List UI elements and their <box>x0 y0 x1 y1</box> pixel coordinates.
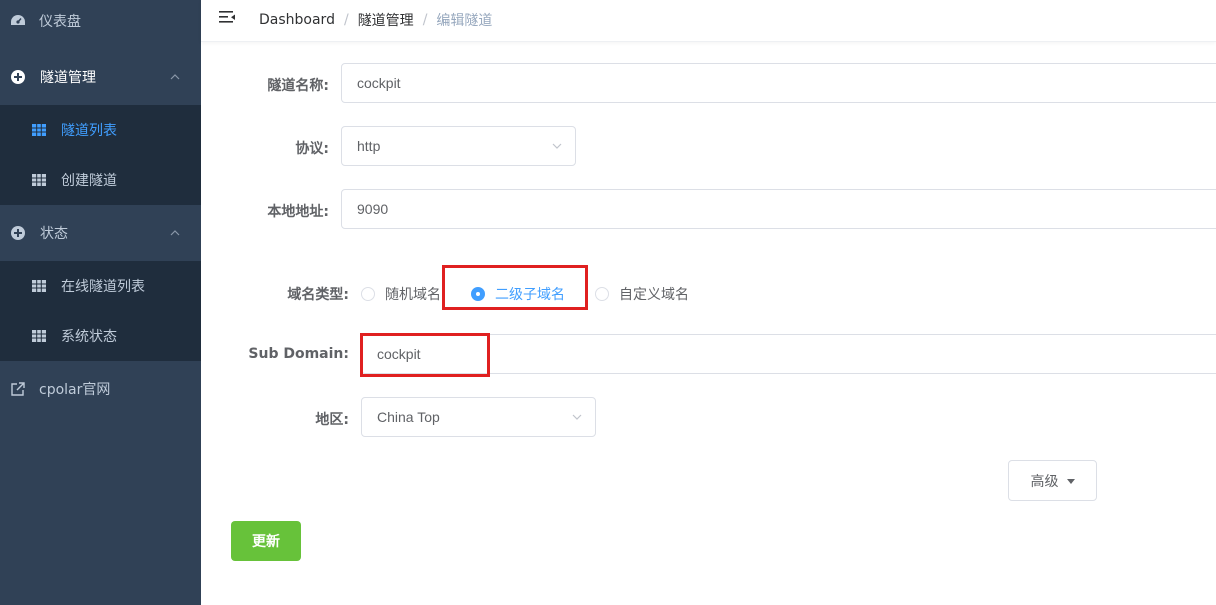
sidebar-item-create-tunnel[interactable]: 创建隧道 <box>0 155 201 205</box>
chevron-down-icon <box>552 143 562 149</box>
annotation-highlight-subdomain-input <box>360 333 490 377</box>
breadcrumb-separator: / <box>422 12 428 28</box>
sidebar-item-label: cpolar官网 <box>39 382 111 398</box>
radio-label: 自定义域名 <box>619 287 689 303</box>
radio-label: 随机域名 <box>385 287 441 303</box>
top-navbar: Dashboard / 隧道管理 / 编辑隧道 <box>201 0 1216 42</box>
local-address-value: 9090 <box>357 201 389 217</box>
chevron-down-icon <box>572 414 582 420</box>
tunnel-name-input[interactable]: cockpit <box>341 63 1216 103</box>
sidebar-item-label: 状态 <box>40 226 68 242</box>
sidebar-item-online-tunnels[interactable]: 在线隧道列表 <box>0 261 201 311</box>
breadcrumb-tunnel-management[interactable]: 隧道管理 <box>358 10 414 30</box>
sidebar-item-label: 隧道管理 <box>40 70 96 86</box>
breadcrumb-edit-tunnel: 编辑隧道 <box>436 13 493 29</box>
protocol-select[interactable]: http <box>341 126 576 166</box>
sidebar-item-label: 系统状态 <box>61 329 117 345</box>
local-address-input[interactable]: 9090 <box>341 189 1216 229</box>
advanced-button-label: 高级 <box>1030 473 1059 490</box>
sidebar-item-label: 创建隧道 <box>61 173 117 189</box>
update-button[interactable]: 更新 <box>231 521 301 561</box>
table-icon <box>32 174 46 186</box>
annotation-highlight-subdomain-radio <box>442 265 588 310</box>
radio-custom-domain[interactable]: 自定义域名 <box>595 284 689 304</box>
hamburger-icon[interactable] <box>217 8 237 28</box>
caret-down-icon <box>1066 479 1075 484</box>
protocol-value: http <box>357 138 381 154</box>
radio-circle <box>361 287 375 301</box>
sidebar-item-dashboard[interactable]: 仪表盘 <box>0 0 201 46</box>
dashboard-icon <box>11 15 25 25</box>
sidebar-item-tunnel-list[interactable]: 隧道列表 <box>0 105 201 155</box>
sidebar-item-cpolar-site[interactable]: cpolar官网 <box>0 364 201 414</box>
external-link-icon <box>11 382 25 396</box>
region-value: China Top <box>377 409 440 425</box>
region-select[interactable]: China Top <box>361 397 596 437</box>
radio-circle <box>595 287 609 301</box>
breadcrumb-separator: / <box>343 12 349 28</box>
table-icon <box>32 280 46 292</box>
chevron-up-icon <box>170 74 180 80</box>
protocol-label: 协议: <box>295 141 329 157</box>
table-icon <box>32 330 46 342</box>
sidebar-item-status[interactable]: 状态 <box>0 208 201 258</box>
tunnel-name-label: 隧道名称: <box>267 78 329 94</box>
circle-plus-icon <box>11 226 25 240</box>
sidebar: 仪表盘 隧道管理 隧道列表 创建隧道 状态 在线隧道列表 系统状态 cpolar… <box>0 0 201 605</box>
chevron-up-icon <box>170 230 180 236</box>
sidebar-item-label: 隧道列表 <box>61 123 117 139</box>
circle-plus-icon <box>11 70 25 84</box>
tunnel-name-value: cockpit <box>357 75 401 91</box>
sidebar-item-label: 在线隧道列表 <box>61 279 145 295</box>
breadcrumb: Dashboard / 隧道管理 / 编辑隧道 <box>259 10 492 30</box>
breadcrumb-dashboard[interactable]: Dashboard <box>259 12 335 28</box>
region-label: 地区: <box>315 412 349 428</box>
sidebar-item-tunnel-management[interactable]: 隧道管理 <box>0 52 201 102</box>
radio-random-domain[interactable]: 随机域名 <box>361 284 441 304</box>
sidebar-item-system-status[interactable]: 系统状态 <box>0 311 201 361</box>
update-button-label: 更新 <box>252 534 280 550</box>
advanced-button[interactable]: 高级 <box>1008 460 1097 501</box>
sidebar-item-label: 仪表盘 <box>39 14 81 30</box>
local-address-label: 本地地址: <box>267 204 329 220</box>
subdomain-label: Sub Domain: <box>248 346 349 362</box>
table-icon <box>32 124 46 136</box>
domain-type-label: 域名类型: <box>287 287 349 303</box>
